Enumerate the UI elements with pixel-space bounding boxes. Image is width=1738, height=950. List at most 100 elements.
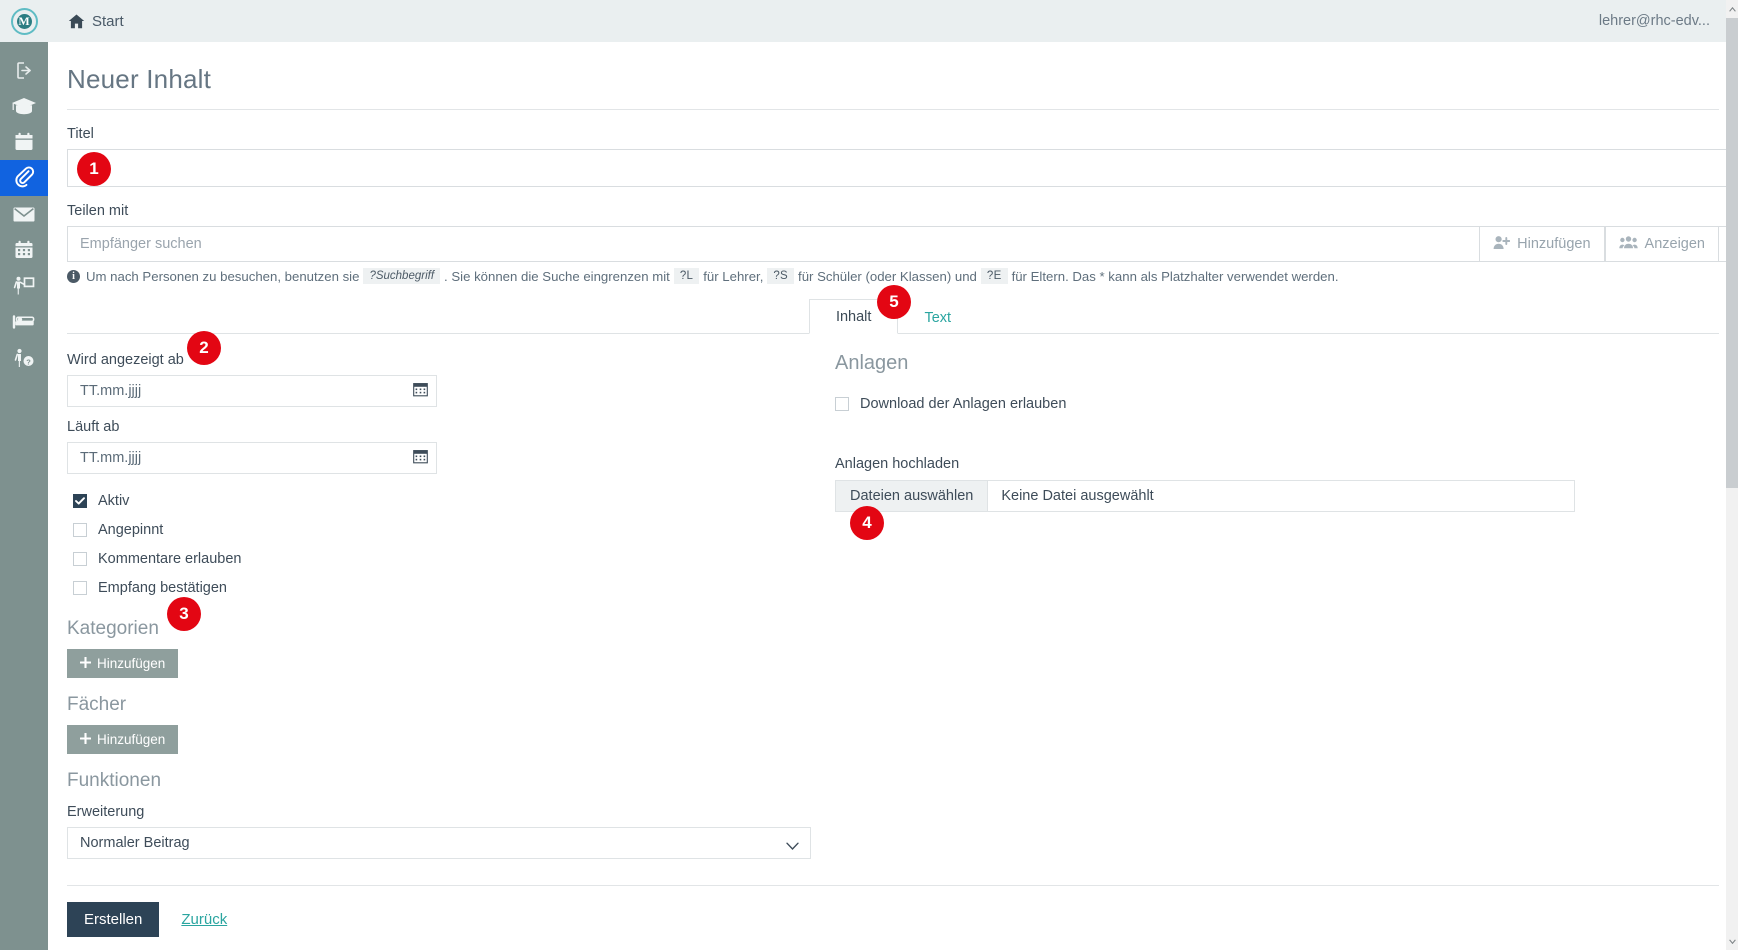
- checkbox-row-aktiv[interactable]: Aktiv: [73, 486, 827, 515]
- checkbox-label-kommentare: Kommentare erlauben: [98, 550, 242, 567]
- checkbox-aktiv[interactable]: [73, 493, 87, 508]
- main-content: Neuer Inhalt Titel Teilen mit Hinzufüge: [48, 42, 1738, 950]
- hint-part-1: Um nach Personen zu besuchen, benutzen s…: [86, 268, 360, 284]
- graduation-cap-icon: [11, 95, 37, 117]
- calendar-icon: [13, 131, 35, 153]
- expires-input[interactable]: [67, 442, 437, 474]
- show-from-label: Wird angezeigt ab: [67, 352, 184, 368]
- callout-badge-2: 2: [187, 331, 221, 365]
- upload-label: Anlagen hochladen: [835, 456, 960, 472]
- callout-badge-4: 4: [850, 506, 884, 540]
- add-subject-label: Hinzufügen: [97, 732, 166, 747]
- checkbox-label-download-erlauben: Download der Anlagen erlauben: [860, 395, 1067, 412]
- choose-files-button[interactable]: Dateien auswählen: [836, 481, 989, 511]
- plus-icon: [79, 656, 92, 671]
- add-category-label: Hinzufügen: [97, 656, 166, 671]
- logout-icon: [14, 60, 35, 81]
- callout-badge-5: 5: [877, 285, 911, 319]
- start-label: Start: [92, 12, 124, 30]
- paperclip-icon: [12, 166, 36, 190]
- add-recipient-button[interactable]: Hinzufügen: [1479, 226, 1605, 262]
- attachments-heading: Anlagen: [835, 352, 909, 374]
- subjects-heading: Fächer: [67, 694, 127, 715]
- add-category-button[interactable]: Hinzufügen: [67, 649, 179, 678]
- expires-label: Läuft ab: [67, 419, 120, 435]
- users-group-icon: [1618, 235, 1638, 253]
- checkbox-label-aktiv: Aktiv: [98, 492, 130, 509]
- home-icon: [68, 14, 85, 29]
- right-column: Anlagen Download der Anlagen erlauben An…: [827, 334, 1719, 859]
- page-title: Neuer Inhalt: [67, 64, 212, 94]
- show-from-input[interactable]: [67, 375, 437, 407]
- expires-field: [67, 442, 437, 474]
- share-field-label: Teilen mit: [67, 203, 129, 219]
- content-columns: Wird angezeigt ab Läuft ab: [67, 334, 1719, 859]
- checkbox-label-angepinnt: Angepinnt: [98, 521, 164, 538]
- person-question-icon: ?: [12, 347, 36, 369]
- file-upload-row[interactable]: Dateien auswählen Keine Datei ausgewählt: [835, 480, 1575, 512]
- hint-code-parent: ?E: [980, 268, 1008, 284]
- sidebar-item-boarding[interactable]: [0, 304, 48, 340]
- title-field-label: Titel: [67, 126, 94, 142]
- checkbox-kommentare-erlauben[interactable]: [73, 551, 87, 566]
- form-footer: Erstellen Zurück: [67, 885, 1719, 937]
- sidebar-item-timetable[interactable]: [0, 232, 48, 268]
- sidebar: ?: [0, 42, 48, 950]
- bed-icon: [12, 313, 36, 331]
- calendar-picker-icon[interactable]: [413, 382, 428, 400]
- checkbox-row-kommentare[interactable]: Kommentare erlauben: [73, 544, 827, 573]
- calendar-picker-icon[interactable]: [413, 449, 428, 467]
- callout-badge-3: 3: [167, 597, 201, 631]
- sidebar-item-attachments[interactable]: [0, 160, 48, 196]
- scroll-down-arrow[interactable]: [1726, 934, 1738, 948]
- show-recipients-button[interactable]: Anzeigen: [1604, 226, 1719, 262]
- hint-part-3: für Lehrer,: [703, 268, 764, 284]
- hint-part-5: für Eltern. Das * kann als Platzhalter v…: [1011, 268, 1339, 284]
- back-link[interactable]: Zurück: [181, 911, 227, 928]
- page-scrollbar[interactable]: [1726, 0, 1738, 950]
- hint-code-search: ?Suchbegriff: [363, 268, 441, 284]
- extension-label: Erweiterung: [67, 804, 145, 820]
- checkbox-row-download-erlauben[interactable]: Download der Anlagen erlauben: [835, 389, 1719, 418]
- checkbox-download-erlauben[interactable]: [835, 396, 849, 411]
- sidebar-item-lessons[interactable]: [0, 268, 48, 304]
- submit-button[interactable]: Erstellen: [67, 902, 160, 937]
- app-logo[interactable]: M: [0, 0, 48, 42]
- checkbox-empfang-bestaetigen[interactable]: [73, 580, 87, 595]
- logo-icon: M: [10, 7, 38, 35]
- checkbox-row-angepinnt[interactable]: Angepinnt: [73, 515, 827, 544]
- share-buttons: Hinzufügen Anzeigen: [1479, 226, 1719, 262]
- svg-text:?: ?: [26, 357, 31, 366]
- title-input[interactable]: [67, 149, 1728, 187]
- share-row: Hinzufügen Anzeigen: [67, 226, 1728, 262]
- calendar-grid-icon: [13, 239, 35, 261]
- app-root: M Start lehrer@rhc-edv... ? Neuer Inhalt…: [0, 0, 1738, 950]
- checkbox-label-empfang: Empfang bestätigen: [98, 579, 227, 596]
- functions-heading: Funktionen: [67, 770, 162, 791]
- add-subject-button[interactable]: Hinzufügen: [67, 725, 179, 754]
- logo-letter: M: [18, 14, 30, 28]
- hint-part-2: . Sie können die Suche eingrenzen mit: [444, 268, 670, 284]
- extension-select[interactable]: Normaler Beitrag: [67, 827, 811, 859]
- sidebar-item-calendar[interactable]: [0, 124, 48, 160]
- envelope-icon: [12, 205, 36, 224]
- title-divider: [67, 109, 1719, 110]
- sidebar-item-help[interactable]: ?: [0, 340, 48, 376]
- extension-select-wrap: Normaler Beitrag: [67, 827, 811, 859]
- sidebar-item-logout[interactable]: [0, 52, 48, 88]
- user-email[interactable]: lehrer@rhc-edv...: [1599, 13, 1710, 29]
- search-hint: i Um nach Personen zu besuchen, benutzen…: [67, 268, 1719, 284]
- scroll-thumb[interactable]: [1726, 18, 1738, 488]
- sidebar-item-messages[interactable]: [0, 196, 48, 232]
- hint-part-4: für Schüler (oder Klassen) und: [798, 268, 977, 284]
- callout-badge-1: 1: [77, 152, 111, 186]
- sidebar-item-classes[interactable]: [0, 88, 48, 124]
- info-icon: i: [67, 269, 80, 283]
- show-recipients-label: Anzeigen: [1644, 236, 1705, 252]
- checkbox-angepinnt[interactable]: [73, 522, 87, 537]
- plus-icon: [79, 732, 92, 747]
- scroll-up-arrow[interactable]: [1726, 2, 1738, 16]
- hint-code-teacher: ?L: [673, 268, 700, 284]
- start-nav-link[interactable]: Start: [68, 13, 124, 30]
- file-status-text: Keine Datei ausgewählt: [1001, 488, 1154, 504]
